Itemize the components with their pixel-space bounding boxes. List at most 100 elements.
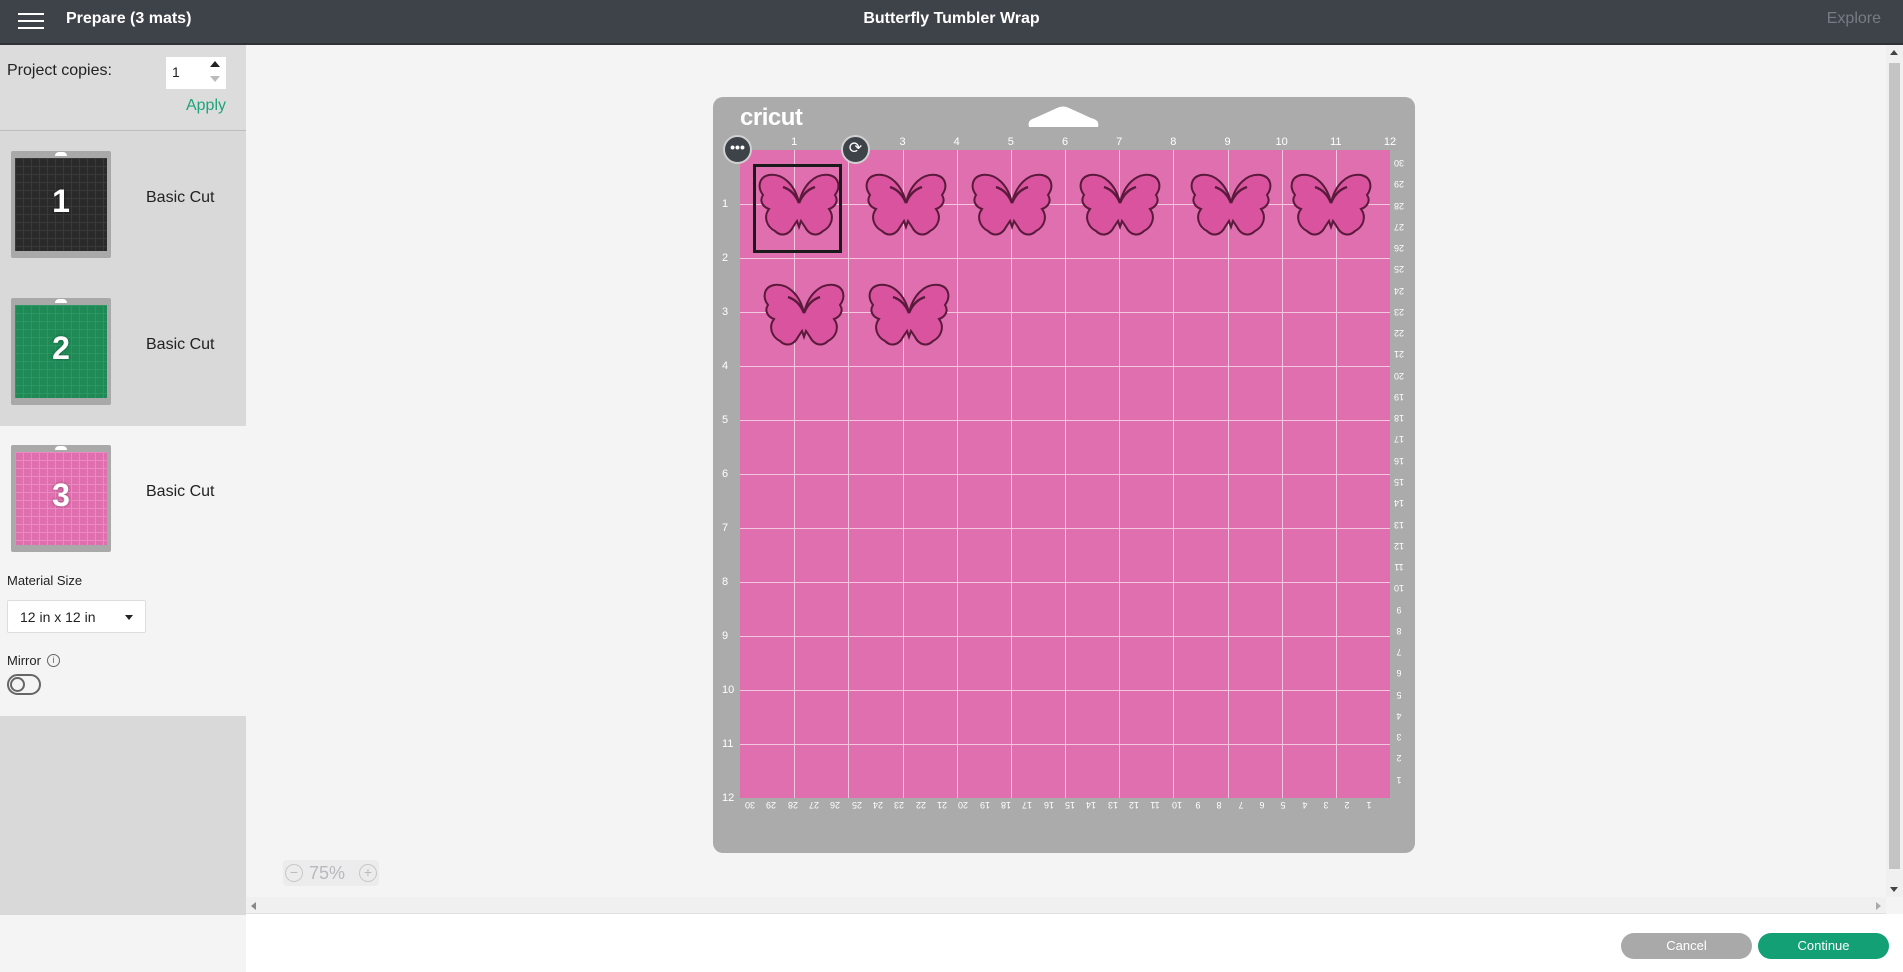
butterfly-design[interactable] xyxy=(1076,165,1164,249)
ruler-top-tick: 3 xyxy=(899,136,906,148)
apply-button[interactable]: Apply xyxy=(186,97,226,115)
ruler-right-tick: 27 xyxy=(1394,221,1405,232)
ruler-right-tick: 10 xyxy=(1394,583,1405,594)
butterfly-design[interactable] xyxy=(1187,165,1275,249)
ruler-right-tick: 15 xyxy=(1394,477,1405,487)
chevron-down-icon xyxy=(125,615,133,620)
continue-button[interactable]: Continue xyxy=(1758,933,1889,959)
ruler-right-tick: 23 xyxy=(1394,306,1405,317)
butterfly-design[interactable] xyxy=(862,165,950,249)
ruler-bottom-tick: 28 xyxy=(787,800,798,810)
ruler-bottom-tick: 16 xyxy=(1043,800,1054,810)
project-copies-value[interactable]: 1 xyxy=(172,64,180,80)
ruler-right-tick: 19 xyxy=(1394,391,1405,402)
butterfly-design[interactable] xyxy=(755,165,843,249)
ruler-right-tick: 12 xyxy=(1394,540,1405,551)
butterfly-design[interactable] xyxy=(1287,165,1375,249)
ruler-top-tick: 10 xyxy=(1275,136,1288,148)
increment-arrow-icon[interactable] xyxy=(210,61,220,67)
vertical-scrollbar[interactable] xyxy=(1886,45,1903,897)
sidebar-footer xyxy=(0,915,246,972)
mat-thumbnail: 3 xyxy=(11,445,111,552)
mat-cut-type: Basic Cut xyxy=(146,189,215,206)
ruler-bottom-tick: 18 xyxy=(1001,800,1012,810)
app-header: Prepare (3 mats) Butterfly Tumbler Wrap … xyxy=(0,0,1903,45)
ruler-left-tick: 1 xyxy=(722,198,729,210)
rotate-icon[interactable]: ⟳ xyxy=(841,135,870,164)
ruler-left-tick: 9 xyxy=(722,630,729,642)
grid-line-vertical xyxy=(1173,150,1175,798)
horizontal-scrollbar[interactable] xyxy=(246,897,1886,914)
ruler-bottom-tick: 27 xyxy=(809,800,820,810)
ruler-bottom-tick: 2 xyxy=(1344,800,1350,810)
grid-line-horizontal xyxy=(740,474,1390,475)
decrement-arrow-icon[interactable] xyxy=(210,76,220,82)
mirror-toggle[interactable] xyxy=(7,674,41,695)
butterfly-design[interactable] xyxy=(865,275,953,359)
ruler-bottom-tick: 23 xyxy=(894,800,905,810)
ruler-right-tick: 5 xyxy=(1396,689,1402,700)
material-size-label: Material Size xyxy=(7,573,83,588)
ruler-right-tick: 8 xyxy=(1396,625,1402,636)
butterfly-design[interactable] xyxy=(760,275,848,359)
material-size-dropdown[interactable]: 12 in x 12 in xyxy=(7,600,146,633)
explore-button[interactable]: Explore xyxy=(1827,10,1881,28)
ruler-right-tick: 4 xyxy=(1396,710,1402,721)
info-icon[interactable]: i xyxy=(47,654,60,667)
ruler-left-tick: 12 xyxy=(722,792,735,804)
mat-hook-icon xyxy=(1028,106,1099,127)
ruler-top-tick: 4 xyxy=(953,136,960,148)
mat-list-item-2[interactable]: 2 Basic Cut xyxy=(0,279,246,426)
ruler-top-tick: 6 xyxy=(1061,136,1069,148)
zoom-in-button[interactable]: + xyxy=(359,864,377,882)
mat-number: 2 xyxy=(52,330,70,366)
ruler-bottom-tick: 22 xyxy=(915,800,926,810)
ruler-right-tick: 29 xyxy=(1394,179,1405,190)
ruler-bottom-tick: 11 xyxy=(1150,800,1160,810)
project-copies-section: Project copies: 1 Apply xyxy=(0,45,246,131)
scroll-down-arrow-icon[interactable] xyxy=(1890,887,1898,892)
more-options-icon[interactable]: ••• xyxy=(723,135,752,164)
mat-number: 1 xyxy=(52,183,70,219)
ruler-right-tick: 6 xyxy=(1396,668,1402,679)
ruler-right-tick: 24 xyxy=(1394,285,1405,296)
ruler-bottom-tick: 13 xyxy=(1107,800,1118,810)
scroll-up-arrow-icon[interactable] xyxy=(1890,50,1898,55)
ruler-bottom-tick: 4 xyxy=(1302,800,1308,810)
ruler-bottom-tick: 26 xyxy=(830,800,841,810)
ruler-right-tick: 22 xyxy=(1394,328,1405,339)
ruler-right-tick: 25 xyxy=(1394,264,1405,275)
grid-line-horizontal xyxy=(740,690,1390,691)
ruler-left-tick: 2 xyxy=(722,252,729,264)
ruler-right-tick: 7 xyxy=(1396,647,1402,658)
cancel-button[interactable]: Cancel xyxy=(1621,933,1752,959)
project-title: Butterfly Tumbler Wrap xyxy=(863,10,1040,27)
zoom-out-button[interactable]: − xyxy=(285,864,303,882)
scroll-right-arrow-icon[interactable] xyxy=(1876,902,1881,910)
grid-line-horizontal xyxy=(740,528,1390,529)
ruler-right-tick: 14 xyxy=(1394,498,1405,509)
prepare-title: Prepare (3 mats) xyxy=(66,10,192,27)
ruler-left-tick: 6 xyxy=(722,468,729,480)
ruler-top-tick: 8 xyxy=(1170,136,1177,148)
ruler-bottom-tick: 10 xyxy=(1171,800,1182,810)
ruler-right-tick: 26 xyxy=(1394,243,1405,254)
ruler-bottom-tick: 7 xyxy=(1238,800,1244,810)
ruler-top-tick: 1 xyxy=(791,136,798,148)
cricut-logo: cricut xyxy=(740,104,803,131)
grid-line-horizontal xyxy=(740,744,1390,745)
ruler-bottom-tick: 12 xyxy=(1129,800,1140,810)
vertical-scroll-thumb[interactable] xyxy=(1889,63,1900,869)
butterfly-design[interactable] xyxy=(968,165,1056,249)
ruler-bottom-tick: 14 xyxy=(1086,800,1097,810)
mat-list-item-1[interactable]: 1 Basic Cut xyxy=(0,132,246,279)
project-copies-label: Project copies: xyxy=(7,62,112,79)
ruler-bottom-tick: 6 xyxy=(1259,800,1265,810)
mat-cut-type: Basic Cut xyxy=(146,336,215,353)
ruler-top-tick: 11 xyxy=(1330,136,1342,148)
mat-list-item-3[interactable]: 3 Basic Cut xyxy=(0,426,246,716)
mat-cut-type: Basic Cut xyxy=(146,483,215,500)
hamburger-menu-icon[interactable] xyxy=(18,13,44,33)
scroll-left-arrow-icon[interactable] xyxy=(251,902,256,910)
project-copies-stepper[interactable]: 1 xyxy=(166,57,226,89)
